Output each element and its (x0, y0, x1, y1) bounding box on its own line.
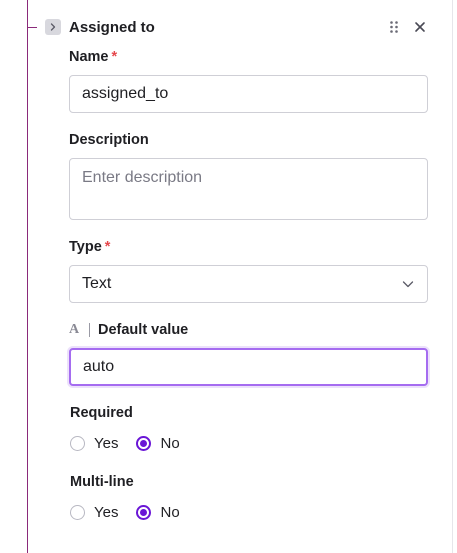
required-yes-radio[interactable] (70, 435, 85, 451)
tree-connector-tick (27, 27, 37, 28)
label-divider (89, 323, 90, 337)
panel-title: Assigned to (69, 19, 155, 36)
drag-handle-icon (390, 21, 398, 33)
default-value-input-value: auto (83, 358, 115, 375)
required-label: Required (70, 405, 133, 421)
tree-connector-line (27, 0, 28, 553)
text-type-icon: A (69, 322, 80, 337)
multiline-yes-radio[interactable] (70, 504, 85, 520)
drag-handle-button[interactable] (387, 19, 401, 35)
name-label-text: Name (69, 49, 109, 65)
description-label: Description (69, 132, 149, 148)
required-no-label: No (160, 434, 180, 452)
type-selected-value: Text (82, 275, 112, 292)
name-input-value: assigned_to (82, 85, 169, 102)
expand-button[interactable] (45, 19, 61, 35)
type-select[interactable]: Text (69, 265, 428, 303)
required-radio-group: Yes No (70, 433, 198, 453)
name-label: Name * (69, 48, 117, 66)
multiline-label: Multi-line (70, 474, 134, 490)
multiline-yes-option[interactable]: Yes (70, 504, 118, 521)
close-button[interactable] (412, 19, 428, 35)
default-value-label-row: A Default value (69, 321, 188, 339)
multiline-no-option[interactable]: No (136, 503, 180, 521)
required-yes-label: Yes (94, 434, 119, 452)
multiline-radio-group: Yes No (70, 502, 198, 522)
type-label: Type * (69, 238, 110, 256)
default-value-input[interactable]: auto (69, 348, 428, 386)
required-no-radio[interactable] (136, 435, 152, 451)
name-required-mark: * (111, 49, 118, 65)
description-placeholder: Enter description (82, 169, 203, 186)
name-input[interactable]: assigned_to (69, 75, 428, 113)
type-required-mark: * (104, 239, 111, 255)
field-editor-panel: Assigned to Name * assigned_to Descriptio… (0, 0, 457, 553)
multiline-no-label: No (160, 503, 180, 521)
panel-right-border (452, 0, 453, 553)
multiline-no-radio[interactable] (136, 504, 152, 520)
multiline-yes-label: Yes (94, 503, 119, 521)
chevron-down-icon (402, 281, 414, 288)
required-no-option[interactable]: No (136, 434, 180, 452)
close-icon (415, 22, 425, 32)
required-yes-option[interactable]: Yes (70, 435, 118, 452)
description-input[interactable]: Enter description (69, 158, 428, 220)
default-value-label: Default value (98, 322, 189, 338)
type-label-text: Type (69, 239, 102, 255)
chevron-right-icon (50, 23, 56, 31)
